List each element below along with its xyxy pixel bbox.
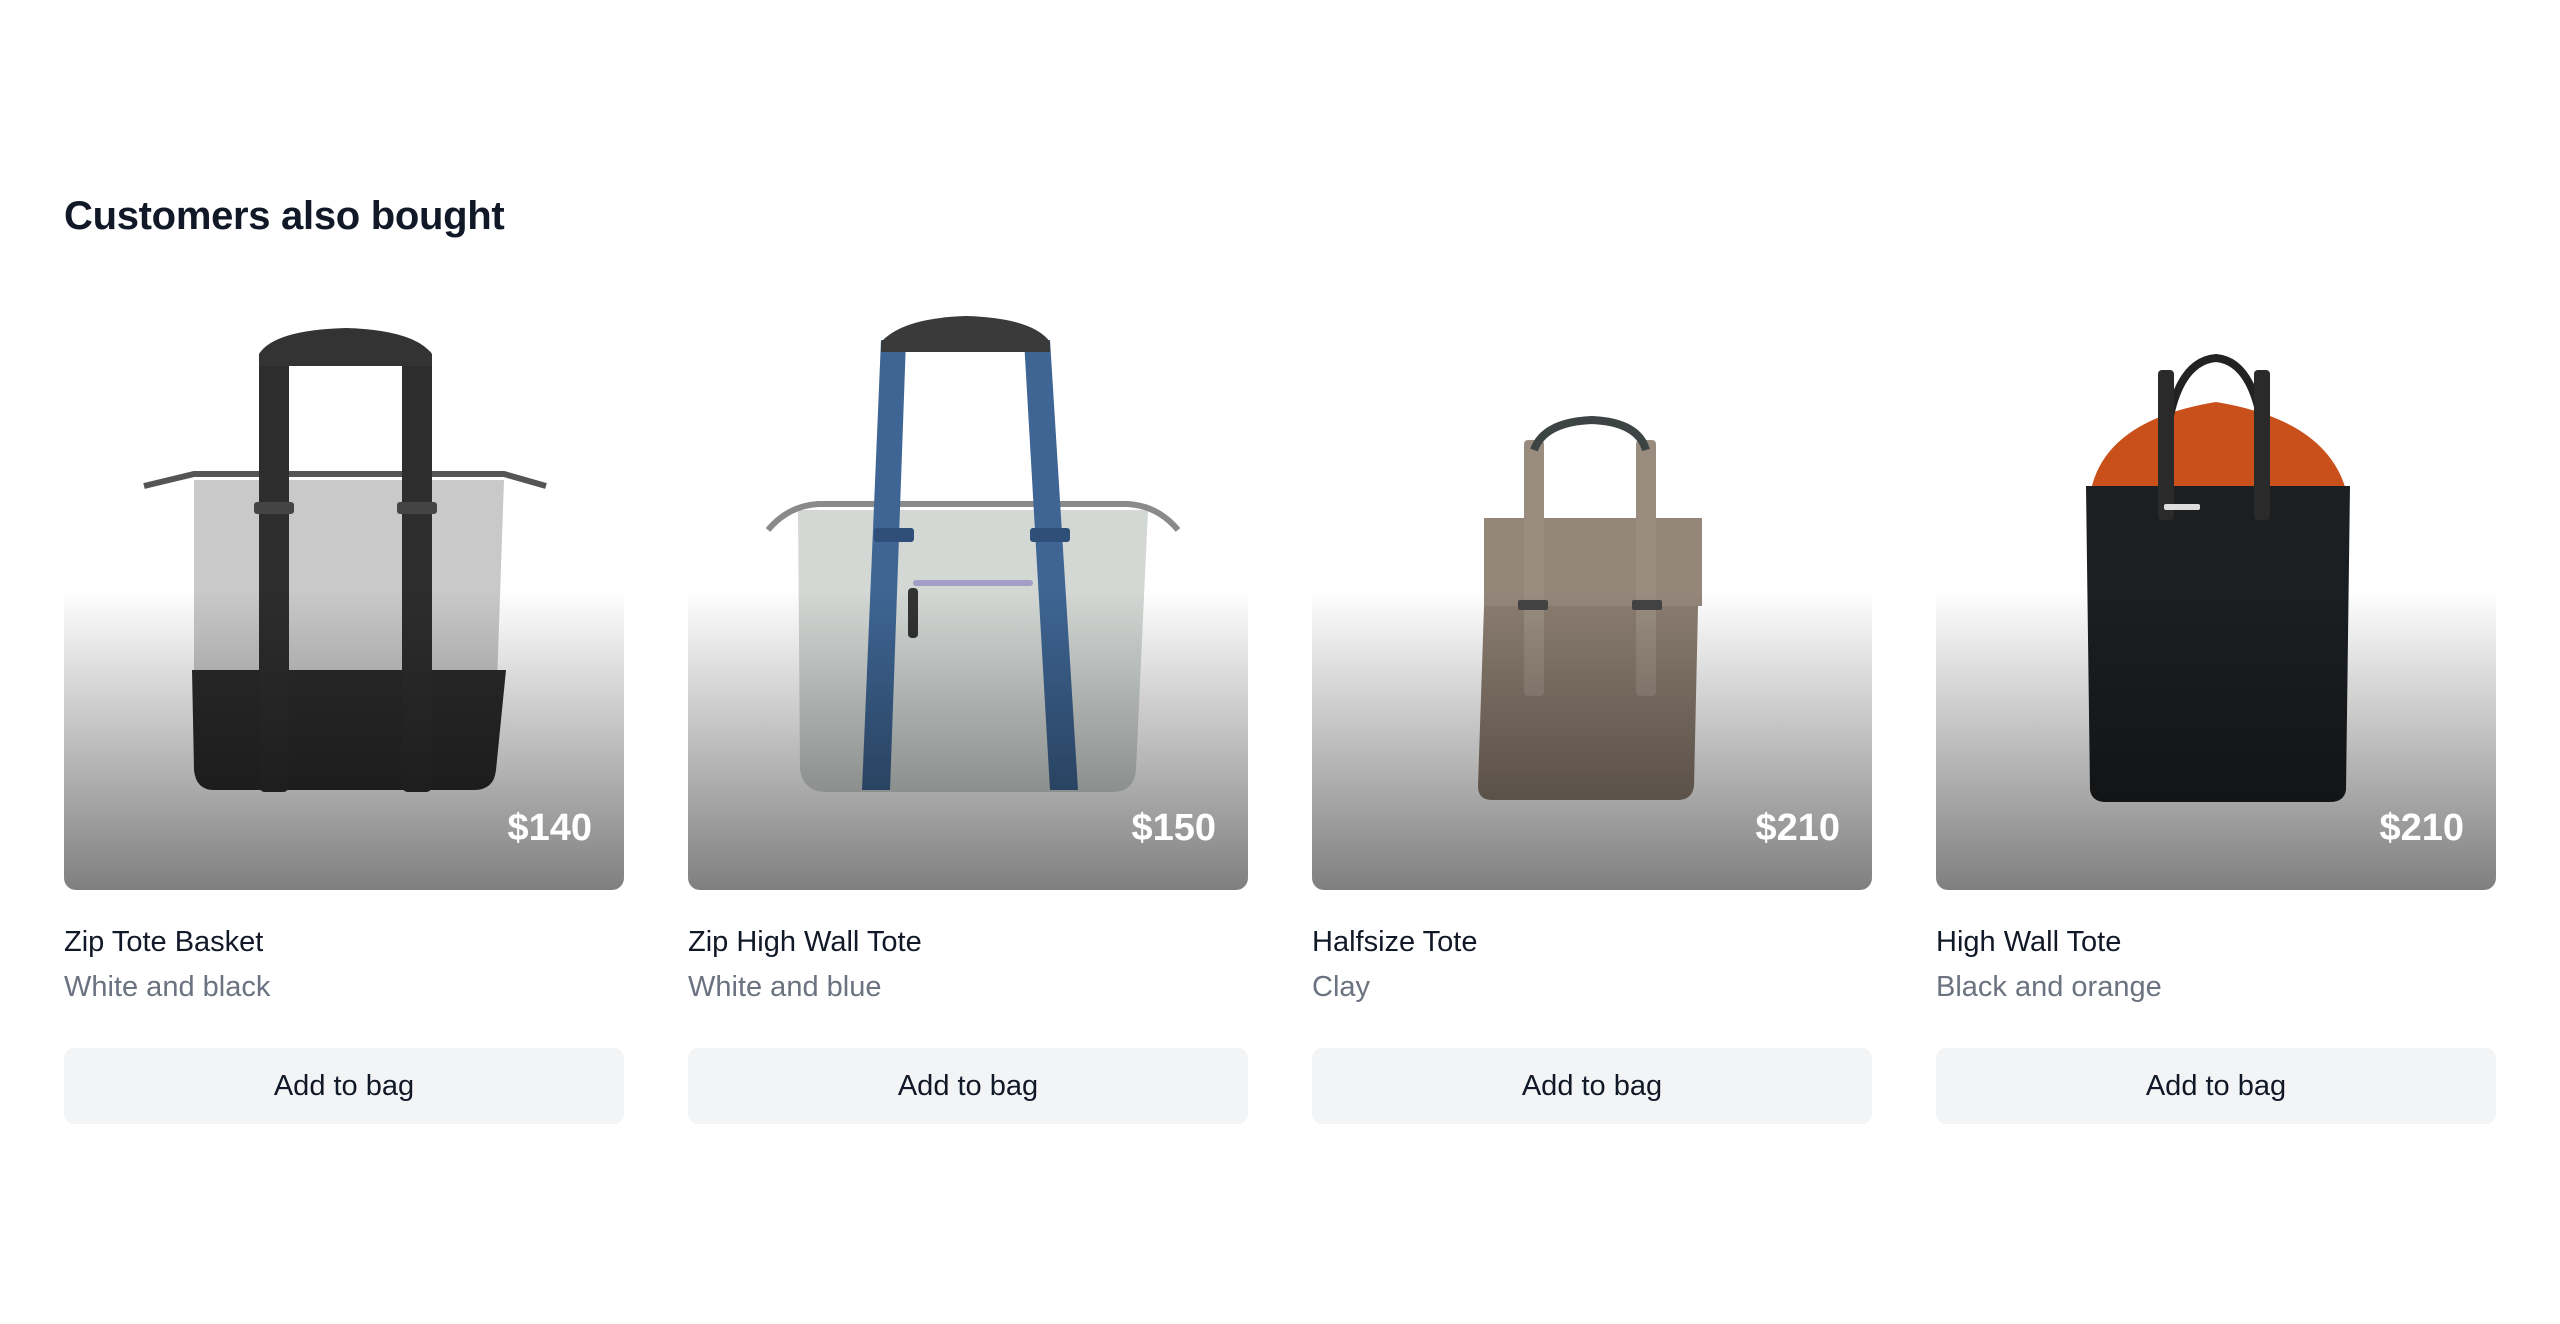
product-card: $210 Halfsize Tote Clay Add to bag: [1312, 290, 1872, 1124]
price: $210: [1755, 807, 1840, 849]
price: $150: [1131, 807, 1216, 849]
product-variant: White and black: [64, 971, 271, 1003]
product-card: $150 Zip High Wall Tote White and blue A…: [688, 290, 1248, 1124]
product-card: $210 High Wall Tote Black and orange Add…: [1936, 290, 2496, 1124]
product-card: $140 Zip Tote Basket White and black Add…: [64, 290, 624, 1124]
product-grid: $140 Zip Tote Basket White and black Add…: [64, 290, 2496, 1124]
product-name[interactable]: Zip High Wall Tote: [688, 926, 1248, 959]
product-name[interactable]: High Wall Tote: [1936, 926, 2496, 959]
product-image[interactable]: $150: [688, 290, 1248, 890]
add-to-bag-button[interactable]: Add to bag: [64, 1048, 624, 1124]
product-variant: White and blue: [688, 971, 882, 1003]
product-image[interactable]: $210: [1312, 290, 1872, 890]
page: Customers also bought $140 Zip Tote Bask…: [0, 0, 2560, 1324]
product-image[interactable]: $210: [1936, 290, 2496, 890]
product-variant: Clay: [1312, 971, 1371, 1003]
add-to-bag-button[interactable]: Add to bag: [688, 1048, 1248, 1124]
price: $140: [507, 807, 592, 849]
add-to-bag-button[interactable]: Add to bag: [1312, 1048, 1872, 1124]
add-to-bag-button[interactable]: Add to bag: [1936, 1048, 2496, 1124]
product-name[interactable]: Zip Tote Basket: [64, 926, 624, 959]
product-name[interactable]: Halfsize Tote: [1312, 926, 1872, 959]
section-title: Customers also bought: [64, 194, 505, 238]
product-image[interactable]: $140: [64, 290, 624, 890]
product-variant: Black and orange: [1936, 971, 2162, 1003]
price: $210: [2379, 807, 2464, 849]
